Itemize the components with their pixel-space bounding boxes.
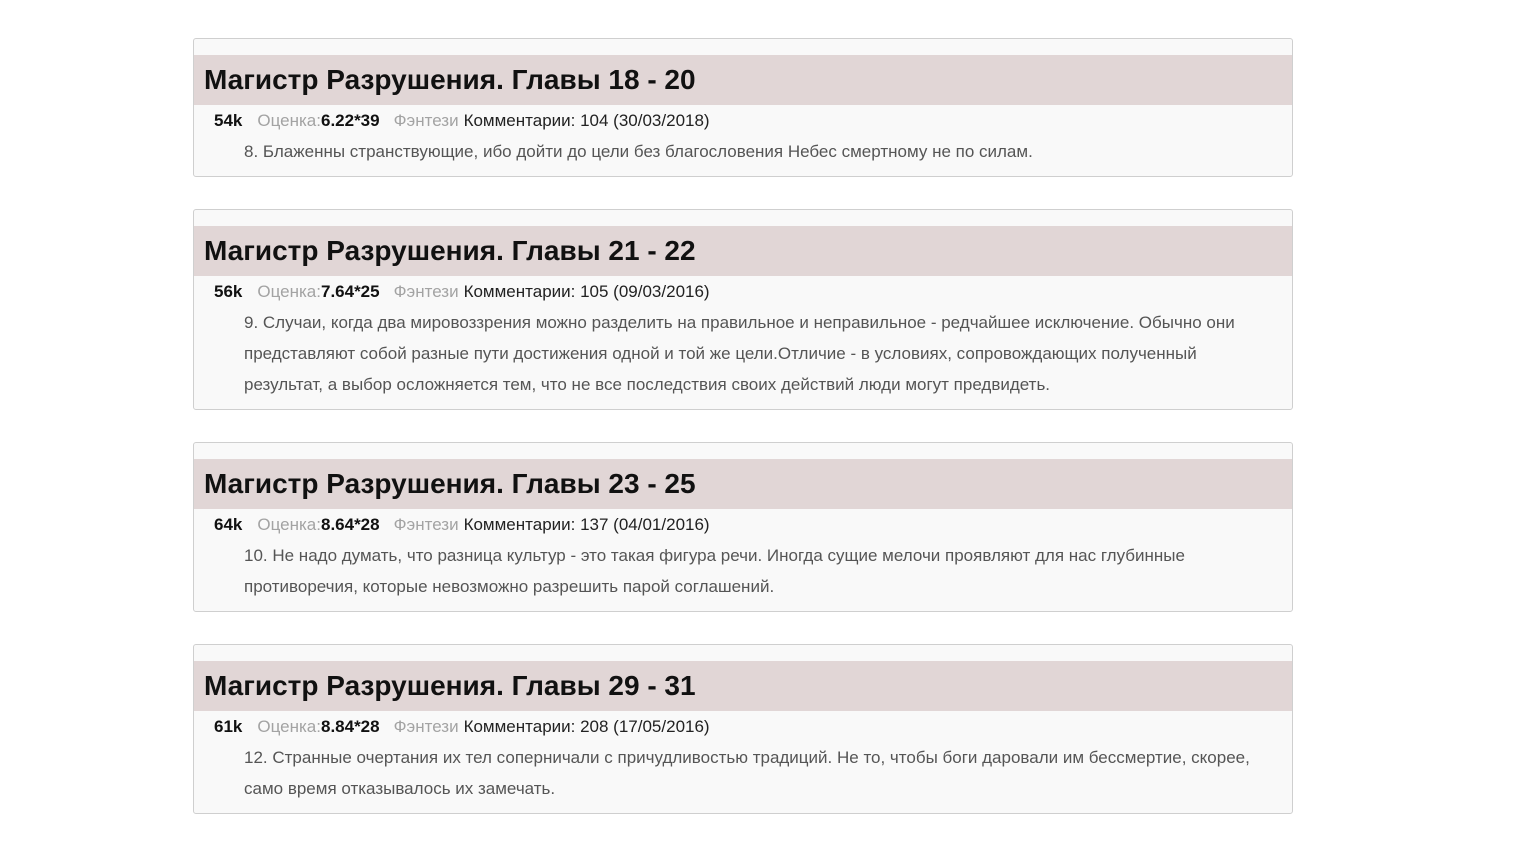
annotation-text: 12. Странные очертания их тел соперничал… xyxy=(244,748,1250,798)
rating-label: Оценка: xyxy=(257,282,321,301)
annotation-text: 9. Случаи, когда два мировоззрения можно… xyxy=(244,313,1235,394)
rating-value: 7.64*25 xyxy=(320,282,380,301)
chapter-list: Магистр Разрушения. Главы 18 - 20 54k Оц… xyxy=(193,38,1293,846)
meta-row: 64k Оценка: 8.64*28 Фэнтези Комментарии:… xyxy=(194,509,1292,540)
chapter-card: Магистр Разрушения. Главы 29 - 31 61k Оц… xyxy=(193,644,1293,814)
rating-label: Оценка: xyxy=(257,515,321,534)
genre-label: Фэнтези xyxy=(393,111,459,130)
title-bar: Магистр Разрушения. Главы 29 - 31 xyxy=(194,661,1292,711)
size-label: 64k xyxy=(214,515,243,534)
title-bar: Магистр Разрушения. Главы 18 - 20 xyxy=(194,55,1292,105)
rating-value: 8.64*28 xyxy=(320,515,380,534)
title-bar: Магистр Разрушения. Главы 21 - 22 xyxy=(194,226,1292,276)
rating-value: 8.84*28 xyxy=(320,717,380,736)
rating-label: Оценка: xyxy=(257,111,321,130)
genre-label: Фэнтези xyxy=(393,515,459,534)
meta-row: 56k Оценка: 7.64*25 Фэнтези Комментарии:… xyxy=(194,276,1292,307)
meta-row: 61k Оценка: 8.84*28 Фэнтези Комментарии:… xyxy=(194,711,1292,742)
genre-label: Фэнтези xyxy=(393,717,459,736)
genre-label: Фэнтези xyxy=(393,282,459,301)
size-label: 54k xyxy=(214,111,243,130)
chapter-title-link[interactable]: Магистр Разрушения. Главы 29 - 31 xyxy=(204,672,696,700)
chapter-card: Магистр Разрушения. Главы 23 - 25 64k Оц… xyxy=(193,442,1293,612)
comments-link[interactable]: Комментарии: 104 (30/03/2018) xyxy=(464,105,710,136)
comments-link[interactable]: Комментарии: 137 (04/01/2016) xyxy=(464,509,710,540)
comments-link[interactable]: Комментарии: 208 (17/05/2016) xyxy=(464,711,710,742)
title-bar: Магистр Разрушения. Главы 23 - 25 xyxy=(194,459,1292,509)
size-label: 56k xyxy=(214,282,243,301)
chapter-card: Магистр Разрушения. Главы 21 - 22 56k Оц… xyxy=(193,209,1293,410)
comments-link[interactable]: Комментарии: 105 (09/03/2016) xyxy=(464,276,710,307)
size-label: 61k xyxy=(214,717,243,736)
annotation-text: 10. Не надо думать, что разница культур … xyxy=(244,546,1185,596)
annotation-text: 8. Блаженны странствующие, ибо дойти до … xyxy=(244,142,1033,161)
chapter-title-link[interactable]: Магистр Разрушения. Главы 18 - 20 xyxy=(204,66,696,94)
meta-row: 54k Оценка: 6.22*39 Фэнтези Комментарии:… xyxy=(194,105,1292,136)
chapter-title-link[interactable]: Магистр Разрушения. Главы 23 - 25 xyxy=(204,470,696,498)
chapter-card: Магистр Разрушения. Главы 18 - 20 54k Оц… xyxy=(193,38,1293,177)
rating-value: 6.22*39 xyxy=(320,111,380,130)
chapter-title-link[interactable]: Магистр Разрушения. Главы 21 - 22 xyxy=(204,237,696,265)
rating-label: Оценка: xyxy=(257,717,321,736)
